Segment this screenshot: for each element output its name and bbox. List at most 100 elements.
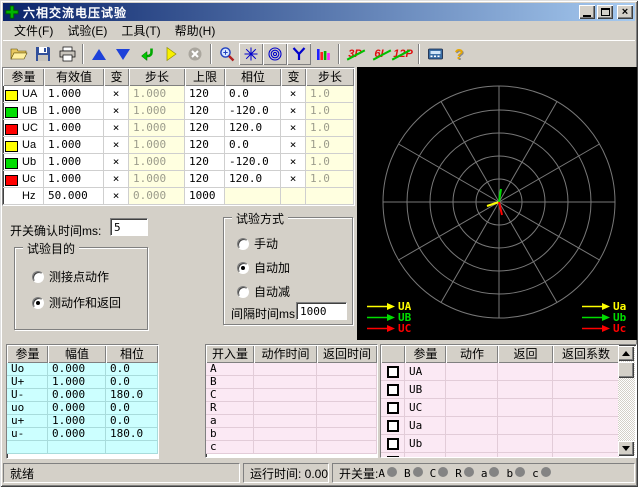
- radio-icon[interactable]: [237, 238, 249, 250]
- 3p-button[interactable]: 3P: [343, 43, 367, 65]
- radio-auto-decrease[interactable]: 自动减: [232, 283, 290, 300]
- radio-contact-action[interactable]: 测接点动作: [27, 268, 109, 285]
- value-cell[interactable]: 120: [185, 171, 225, 188]
- checkbox[interactable]: [387, 456, 399, 459]
- value-cell[interactable]: 1.000: [44, 103, 104, 120]
- minimize-button[interactable]: [579, 5, 595, 19]
- value-cell[interactable]: ×: [281, 86, 306, 103]
- value-cell[interactable]: [306, 188, 354, 205]
- confirm-time-input[interactable]: [110, 218, 148, 236]
- param-cell[interactable]: Uc: [3, 171, 44, 188]
- menu-test[interactable]: 试验(E): [60, 20, 114, 41]
- value-cell[interactable]: 1.000: [129, 103, 185, 120]
- value-cell[interactable]: 1.000: [129, 86, 185, 103]
- open-file-button[interactable]: [7, 43, 31, 65]
- value-cell[interactable]: ×: [281, 137, 306, 154]
- scroll-up-button[interactable]: [618, 346, 634, 361]
- value-cell[interactable]: ×: [281, 171, 306, 188]
- bar-chart-button[interactable]: [311, 43, 335, 65]
- value-cell[interactable]: 0.000: [129, 188, 185, 205]
- checkbox[interactable]: [387, 420, 399, 432]
- help-button[interactable]: ?: [447, 43, 471, 65]
- value-cell[interactable]: ×: [104, 171, 129, 188]
- param-cell[interactable]: Ub: [3, 154, 44, 171]
- value-cell[interactable]: 120: [185, 154, 225, 171]
- value-cell[interactable]: 1.0: [306, 154, 354, 171]
- polar-display-button[interactable]: [263, 43, 287, 65]
- value-cell[interactable]: -120.0: [225, 154, 281, 171]
- param-cell[interactable]: UC: [3, 120, 44, 137]
- value-cell[interactable]: 1.0: [306, 103, 354, 120]
- maximize-button[interactable]: [597, 5, 613, 19]
- param-cell[interactable]: Hz: [3, 188, 44, 205]
- value-cell[interactable]: 50.000: [44, 188, 104, 205]
- lower-button[interactable]: [111, 43, 135, 65]
- menu-tools[interactable]: 工具(T): [114, 20, 167, 41]
- value-cell[interactable]: 120: [185, 103, 225, 120]
- param-cell[interactable]: UA: [3, 86, 44, 103]
- value-cell[interactable]: 120: [185, 86, 225, 103]
- radio-auto-increase[interactable]: 自动加: [232, 259, 290, 276]
- stop-button[interactable]: [183, 43, 207, 65]
- value-cell[interactable]: 120.0: [225, 120, 281, 137]
- radio-manual[interactable]: 手动: [232, 235, 278, 252]
- value-cell[interactable]: 1.000: [129, 154, 185, 171]
- value-cell[interactable]: ×: [104, 154, 129, 171]
- value-cell[interactable]: 1.0: [306, 171, 354, 188]
- value-cell[interactable]: ×: [104, 86, 129, 103]
- value-cell[interactable]: ×: [281, 154, 306, 171]
- close-button[interactable]: ×: [617, 5, 633, 19]
- value-cell[interactable]: 1000: [185, 188, 225, 205]
- value-cell[interactable]: -120.0: [225, 103, 281, 120]
- radio-icon[interactable]: [237, 286, 249, 298]
- value-cell[interactable]: ×: [104, 188, 129, 205]
- value-cell[interactable]: 0.0: [225, 86, 281, 103]
- vertical-scrollbar[interactable]: [618, 346, 635, 456]
- save-button[interactable]: [31, 43, 55, 65]
- scroll-down-button[interactable]: [618, 441, 634, 456]
- param-cell[interactable]: Ua: [3, 137, 44, 154]
- start-test-button[interactable]: [159, 43, 183, 65]
- checkbox[interactable]: [387, 384, 399, 396]
- value-cell[interactable]: 1.000: [44, 171, 104, 188]
- value-cell[interactable]: 1.000: [129, 137, 185, 154]
- value-cell[interactable]: 1.0: [306, 120, 354, 137]
- value-cell[interactable]: ×: [104, 120, 129, 137]
- y-connection-button[interactable]: [287, 43, 311, 65]
- value-cell[interactable]: 0.0: [225, 137, 281, 154]
- value-cell[interactable]: 1.000: [129, 171, 185, 188]
- reset-button[interactable]: [135, 43, 159, 65]
- value-cell[interactable]: ×: [281, 120, 306, 137]
- radio-icon[interactable]: [32, 271, 44, 283]
- value-cell[interactable]: [225, 188, 281, 205]
- checkbox[interactable]: [387, 366, 399, 378]
- value-cell[interactable]: 1.0: [306, 86, 354, 103]
- value-cell[interactable]: ×: [281, 103, 306, 120]
- device-panel-button[interactable]: [423, 43, 447, 65]
- menu-help[interactable]: 帮助(H): [168, 20, 223, 41]
- value-cell[interactable]: 1.000: [129, 120, 185, 137]
- value-cell[interactable]: ×: [104, 137, 129, 154]
- interval-input[interactable]: [296, 302, 347, 320]
- menu-file[interactable]: 文件(F): [7, 20, 60, 41]
- radio-icon[interactable]: [237, 262, 249, 274]
- value-cell[interactable]: 120: [185, 137, 225, 154]
- param-cell[interactable]: UB: [3, 103, 44, 120]
- zoom-button[interactable]: [215, 43, 239, 65]
- checkbox[interactable]: [387, 438, 399, 450]
- value-cell[interactable]: 1.000: [44, 120, 104, 137]
- value-cell[interactable]: 1.000: [44, 154, 104, 171]
- 6i-button[interactable]: 6I: [367, 43, 391, 65]
- 12p-button[interactable]: 12P: [391, 43, 415, 65]
- raise-button[interactable]: [87, 43, 111, 65]
- value-cell[interactable]: ×: [104, 103, 129, 120]
- value-cell[interactable]: 120.0: [225, 171, 281, 188]
- value-cell[interactable]: 1.0: [306, 137, 354, 154]
- value-cell[interactable]: 1.000: [44, 137, 104, 154]
- scroll-thumb[interactable]: [618, 362, 634, 378]
- print-button[interactable]: [55, 43, 79, 65]
- radio-icon[interactable]: [32, 297, 44, 309]
- value-cell[interactable]: 120: [185, 120, 225, 137]
- vector-display-button[interactable]: [239, 43, 263, 65]
- value-cell[interactable]: [281, 188, 306, 205]
